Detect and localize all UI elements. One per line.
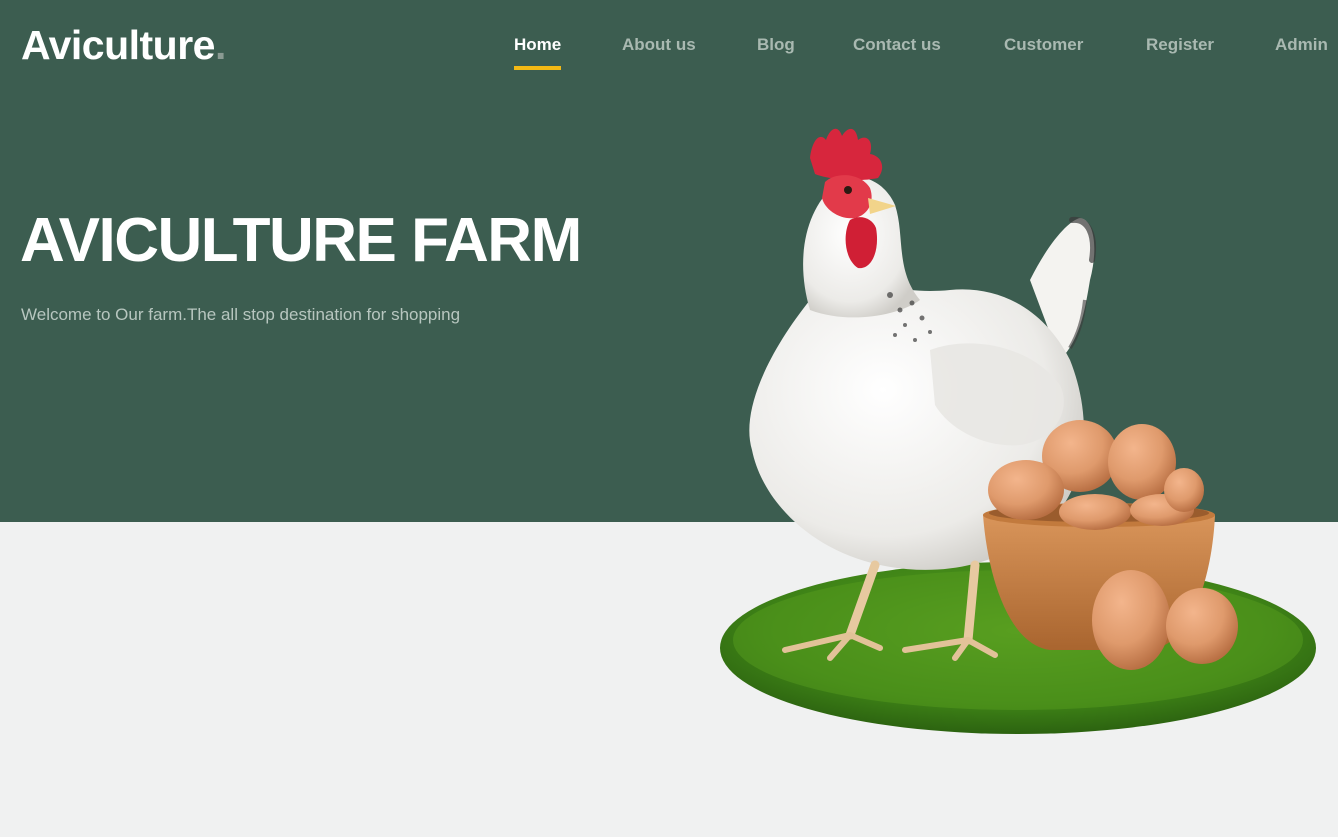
hen-and-eggs-illustration (720, 128, 1316, 734)
hero-subtitle: Welcome to Our farm.The all stop destina… (21, 305, 461, 324)
nav-item-customer[interactable]: Customer (1004, 34, 1083, 56)
nav-item-admin[interactable]: Admin (1275, 34, 1328, 56)
nav-label: About us (622, 35, 696, 54)
nav-item-about-us[interactable]: About us (622, 34, 696, 56)
nav-label: Contact us (853, 35, 941, 54)
active-indicator (514, 66, 562, 70)
nav-label: Blog (757, 35, 795, 54)
hen-comb (810, 128, 883, 181)
nav-item-contact-us[interactable]: Contact us (853, 34, 941, 56)
nav-item-home[interactable]: Home (514, 34, 562, 70)
nav-item-blog[interactable]: Blog (757, 34, 795, 56)
nav-label: Register (1146, 35, 1215, 54)
nav-label: Home (514, 35, 562, 54)
egg-on-grass (1092, 570, 1170, 670)
nav-label: Admin (1275, 35, 1328, 54)
egg-on-grass (1166, 588, 1238, 664)
hero-title: AVICULTURE FARM (20, 206, 582, 275)
nav-item-register[interactable]: Register (1146, 34, 1214, 56)
hen-eye (844, 186, 852, 194)
main-navigation: Home About us Blog Contact us Customer R… (0, 34, 1338, 74)
nav-label: Customer (1004, 35, 1084, 54)
